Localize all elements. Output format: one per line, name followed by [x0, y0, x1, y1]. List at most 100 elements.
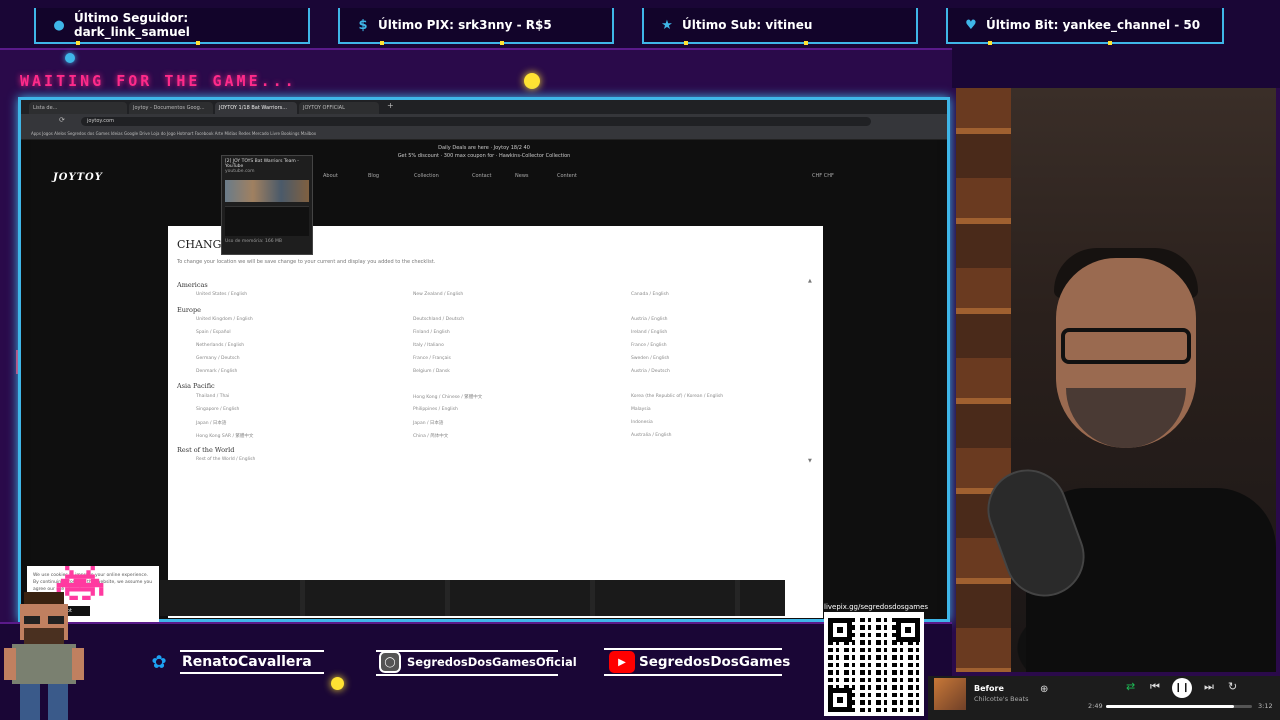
- country-link[interactable]: New Zealand / English: [413, 292, 463, 297]
- alert-last-follower: ● Último Seguidor: dark_link_samuel: [34, 8, 310, 45]
- nav-link[interactable]: About: [323, 173, 338, 179]
- country-link[interactable]: Philippines / English: [413, 407, 458, 412]
- time-elapsed: 2:49: [1088, 702, 1103, 710]
- song-artist: Chilcotte's Beats: [974, 695, 1029, 703]
- album-art: [934, 678, 966, 710]
- browser-tab[interactable]: Lista de...: [29, 102, 127, 114]
- site-logo[interactable]: JOYTOY: [53, 172, 103, 183]
- alert-last-bit: ♥ Último Bit: yankee_channel - 50: [946, 8, 1224, 45]
- currency-selector[interactable]: CHF CHF: [812, 173, 834, 179]
- country-link[interactable]: Japan / 日本語: [413, 420, 443, 426]
- country-link[interactable]: Belgium / Dansk: [413, 369, 450, 374]
- promo-line: Get 5% discount · 300 max coupon for · H…: [397, 153, 571, 159]
- repeat-icon[interactable]: ↻: [1228, 680, 1237, 693]
- browser-address-bar: ⟳ joytoy.com: [21, 114, 947, 128]
- country-link[interactable]: Japan / 日本語: [196, 420, 226, 426]
- webcam-feed: [956, 88, 1276, 672]
- decor-floor: [160, 580, 785, 616]
- screen-capture: Lista de... Joytoy - Documentos Goog... …: [18, 97, 950, 624]
- nav-link[interactable]: Collection: [414, 173, 439, 179]
- nav-link[interactable]: Blog: [368, 173, 379, 179]
- preview-domain: youtube.com: [225, 169, 255, 174]
- country-link[interactable]: United Kingdom / English: [196, 317, 253, 322]
- country-link[interactable]: Italy / Italiano: [413, 343, 444, 348]
- scroll-down-icon[interactable]: ▼: [808, 458, 812, 464]
- country-link[interactable]: Germany / Deutsch: [196, 356, 240, 361]
- new-tab-icon[interactable]: +: [387, 101, 394, 110]
- nav-link[interactable]: News: [515, 173, 529, 179]
- reload-icon[interactable]: ⟳: [59, 116, 65, 124]
- alert-label: Último Seguidor: dark_link_samuel: [73, 11, 190, 39]
- preview-thumbnail: [225, 206, 309, 236]
- promo-line: Daily Deals are here · Joytoy 18/2 40: [438, 145, 530, 151]
- country-link[interactable]: Indonesia: [631, 420, 653, 425]
- scroll-up-icon[interactable]: ▲: [808, 278, 812, 284]
- browser-tab[interactable]: Joytoy - Documentos Goog...: [129, 102, 213, 114]
- modal-subtitle: To change your location we will be save …: [177, 259, 436, 265]
- country-link[interactable]: Hong Kong / Chinese / 繁體中文: [413, 394, 482, 400]
- song-title: Before: [974, 684, 1004, 693]
- country-link[interactable]: Australia / English: [631, 433, 672, 438]
- change-location-modal: CHANGE To change your location we will b…: [168, 226, 823, 618]
- diamond-icon: ♥: [965, 17, 977, 33]
- nav-link[interactable]: Content: [557, 173, 577, 179]
- country-link[interactable]: Netherlands / English: [196, 343, 244, 348]
- browser-tab[interactable]: JOYTOY OFFICIAL: [299, 102, 379, 114]
- country-link[interactable]: Thailand / Thai: [196, 394, 229, 399]
- decor-dot: [65, 53, 75, 63]
- country-link[interactable]: Malaysia: [631, 407, 651, 412]
- country-link[interactable]: Spain / Español: [196, 330, 231, 335]
- alert-last-sub: ★ Último Sub: vitineu: [642, 8, 918, 45]
- decor-border: [180, 650, 324, 674]
- twitter-icon: ✿: [151, 651, 167, 673]
- country-link[interactable]: Sweden / English: [631, 356, 669, 361]
- country-link[interactable]: Canada / English: [631, 292, 669, 297]
- user-icon: ●: [53, 17, 65, 33]
- waiting-text: WAITING FOR THE GAME...: [20, 72, 297, 90]
- progress-fill: [1106, 705, 1235, 708]
- country-link[interactable]: France / Français: [413, 356, 451, 361]
- dollar-icon: $: [358, 17, 368, 33]
- country-link[interactable]: Austria / English: [631, 317, 668, 322]
- decor-border: [604, 648, 782, 676]
- decor-dot: [331, 677, 344, 690]
- alert-label: Último Bit: yankee_channel - 50: [986, 18, 1201, 32]
- country-link[interactable]: Deutschland / Deutsch: [413, 317, 464, 322]
- country-link[interactable]: Korea (the Republic of) / Korean / Engli…: [631, 394, 723, 399]
- country-link[interactable]: Finland / English: [413, 330, 450, 335]
- alert-last-pix: $ Último PIX: srk3nny - R$5: [338, 8, 614, 45]
- country-link[interactable]: Hong Kong SAR / 繁體中文: [196, 433, 253, 439]
- region-heading: Europe: [177, 306, 201, 314]
- promo-banner: Daily Deals are here · Joytoy 18/2 40 Ge…: [31, 144, 937, 160]
- country-link[interactable]: Rest of the World / English: [196, 457, 255, 462]
- nav-link[interactable]: Contact: [472, 173, 491, 179]
- preview-thumbnail: [225, 180, 309, 202]
- browser-tab-active[interactable]: JOYTOY 1/18 Bat Warriors...: [215, 102, 297, 114]
- country-link[interactable]: Ireland / English: [631, 330, 667, 335]
- country-link[interactable]: China / 简体中文: [413, 433, 448, 439]
- previous-icon[interactable]: ⏮: [1150, 680, 1160, 694]
- bookmarks-bar[interactable]: Apps Jogos Alelos Segredos dos Games Ide…: [21, 128, 947, 140]
- preview-memory: Uso de memória: 166 MB: [225, 239, 282, 244]
- country-link[interactable]: Austria / Deutsch: [631, 369, 670, 374]
- progress-bar[interactable]: [1106, 705, 1252, 708]
- region-heading: Rest of the World: [177, 446, 235, 454]
- decor-dot: [524, 73, 540, 89]
- preview-title: [2] JOY TOYS Bat Warriors Team - YouTube: [225, 159, 299, 169]
- country-link[interactable]: United States / English: [196, 292, 247, 297]
- next-icon[interactable]: ⏭: [1204, 680, 1214, 694]
- pause-button[interactable]: ❙❙: [1172, 678, 1192, 698]
- country-link[interactable]: Denmark / English: [196, 369, 237, 374]
- add-icon[interactable]: ⊕: [1040, 684, 1048, 695]
- shuffle-icon[interactable]: ⇄: [1126, 680, 1135, 693]
- tab-hover-preview: [2] JOY TOYS Bat Warriors Team - YouTube…: [221, 155, 313, 255]
- country-link[interactable]: Singapore / English: [196, 407, 239, 412]
- browser-tabbar: Lista de... Joytoy - Documentos Goog... …: [21, 100, 947, 114]
- star-icon: ★: [661, 17, 673, 33]
- url-input[interactable]: joytoy.com: [81, 117, 871, 126]
- music-player: Before Chilcotte's Beats ⊕ ⇄ ⏮ ❙❙ ⏭ ↻ 2:…: [928, 676, 1280, 720]
- qr-label: livepix.gg/segredosdosgames: [824, 602, 929, 612]
- country-link[interactable]: France / English: [631, 343, 667, 348]
- livepix-qr: livepix.gg/segredosdosgames: [824, 602, 929, 716]
- web-page: Daily Deals are here · Joytoy 18/2 40 Ge…: [31, 140, 937, 618]
